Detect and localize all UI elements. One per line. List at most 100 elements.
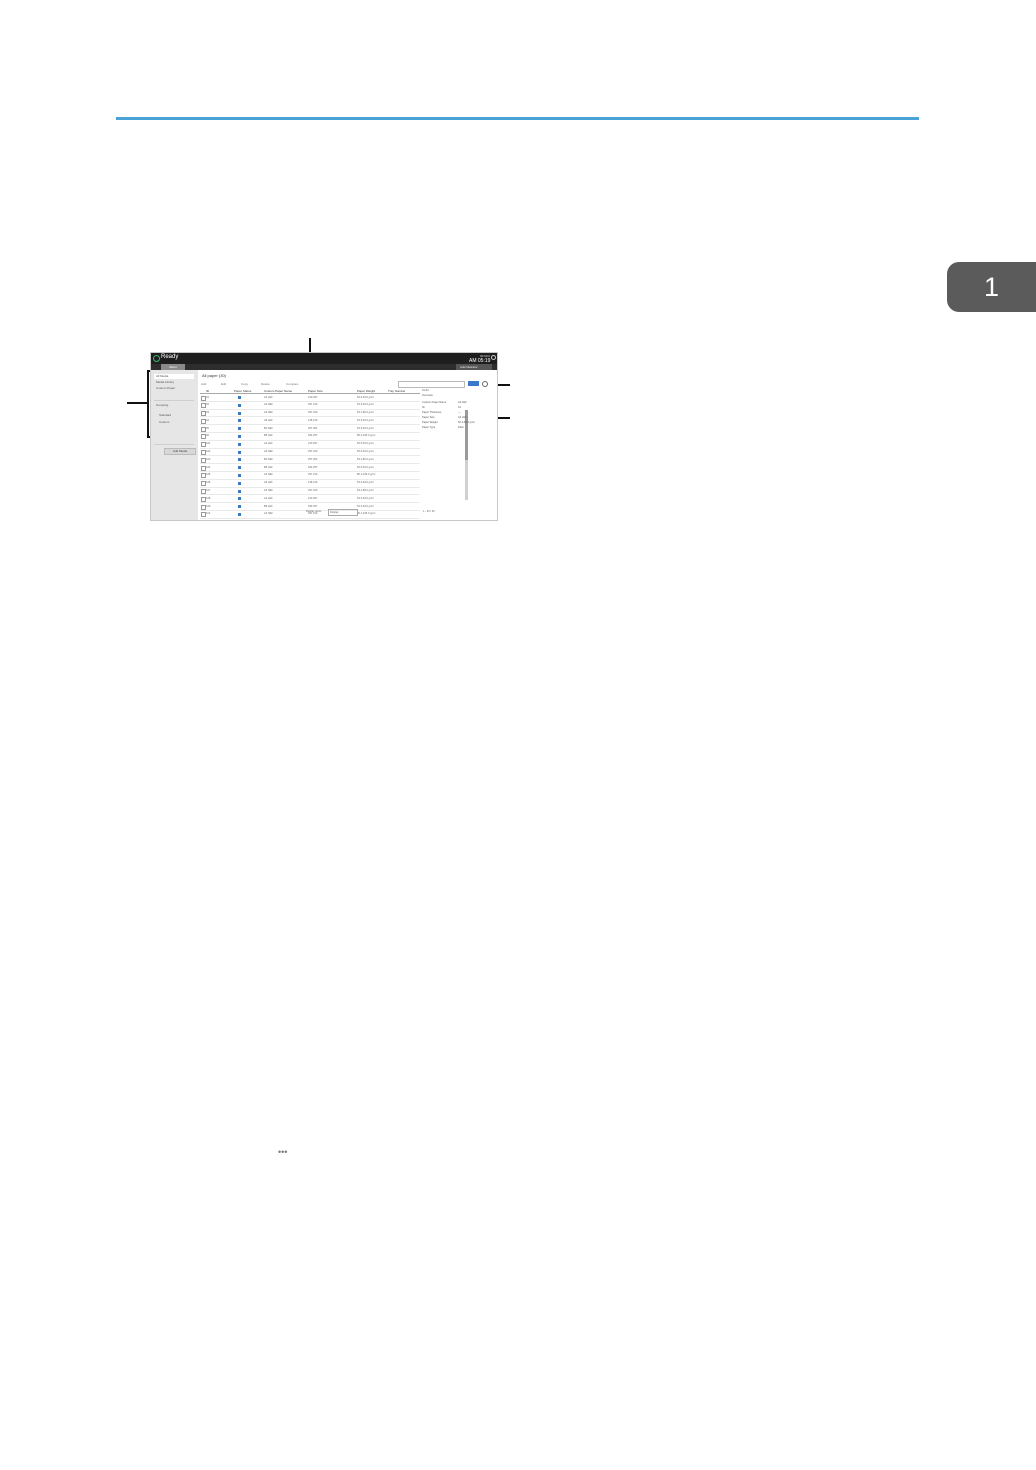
table-cell: 04 — [206, 418, 209, 422]
paper-status-icon — [238, 442, 241, 446]
sidebar-item-media-library[interactable]: Media Library — [154, 380, 194, 385]
table-cell: 148 210 — [308, 418, 318, 422]
table-cell: 107 — [206, 489, 211, 493]
title-bar: Ready 00:00:0 AM 05:19 — [151, 353, 497, 364]
search-button[interactable] — [468, 381, 479, 386]
table-row[interactable]: 03 A3 SEF 297 420 63.1-80.0 g/m² — [200, 410, 420, 418]
table-cell: 63.1-80.0 g/m² — [357, 457, 374, 461]
status-ring-icon — [153, 355, 160, 362]
table-cell: 105 — [206, 473, 211, 477]
table-cell: A5 LEF — [264, 481, 273, 485]
table-cell: 52.3-63.0 g/m² — [357, 450, 374, 454]
table-cell: A4 LEF — [264, 496, 273, 500]
delete-button[interactable]: Delete — [261, 382, 270, 386]
table-row[interactable]: 107 A3 SEF 297 420 63.1-80.0 g/m² — [200, 488, 420, 496]
table-cell: B4 SEF — [264, 426, 273, 430]
table-row[interactable]: 101 A4 LEF 210 297 52.3-63.0 g/m² — [200, 441, 420, 449]
table-row[interactable]: 01 A4 LEF 210 297 52.3-63.0 g/m² — [200, 394, 420, 402]
table-cell: 06 — [206, 434, 209, 438]
table-cell: 52.3-63.0 g/m² — [357, 520, 374, 521]
paper-status-icon — [238, 434, 241, 438]
table-cell: 102 — [206, 450, 211, 454]
table-cell: 52.3-63.0 g/m² — [357, 418, 374, 422]
ui-screenshot: Ready 00:00:0 AM 05:19 Menu Administrato… — [150, 352, 498, 521]
paper-status-icon — [238, 489, 241, 493]
table-cell: 297 420 — [308, 411, 318, 415]
sidebar: All Media Media Library Custom Paper Gro… — [151, 370, 198, 520]
edit-button[interactable]: Edit — [221, 382, 226, 386]
table-cell: 52.3-63.0 g/m² — [357, 442, 374, 446]
compare-button[interactable]: Compare — [286, 382, 298, 386]
paper-status-icon — [238, 466, 241, 470]
table-cell: A3 SEF — [264, 489, 273, 493]
add-media-button[interactable]: Add Media — [164, 448, 196, 455]
table-row[interactable]: 06 B5 LEF 182 257 80.1-105.0 g/m² — [200, 433, 420, 441]
table-cell: 52.3-63.0 g/m² — [357, 426, 374, 430]
gear-icon[interactable] — [482, 381, 488, 387]
table-cell: A4 LEF — [264, 395, 273, 399]
table-row[interactable]: 102 A3 SEF 297 420 52.3-63.0 g/m² — [200, 449, 420, 457]
table-cell: A5 LEF — [264, 418, 273, 422]
sidebar-item-all-media[interactable]: All Media — [154, 374, 194, 379]
table-row[interactable]: 04 A5 LEF 148 210 52.3-63.0 g/m² — [200, 417, 420, 426]
detail-panel: 01-02 Overview Custom Paper Name A4 LEF ID… — [422, 389, 492, 429]
add-button[interactable]: Add — [201, 382, 206, 386]
main-panel: All paper (30) Add Edit Copy Delete Comp… — [198, 370, 497, 520]
paper-table: ID Paper Status Custom Paper Name Paper … — [200, 389, 420, 521]
column-header[interactable]: Paper Status — [234, 389, 251, 393]
row-checkbox[interactable] — [201, 520, 206, 521]
column-header[interactable]: Custom Paper Name — [264, 389, 292, 393]
table-cell: A4 LEF — [264, 442, 273, 446]
table-cell: A3 SEF — [264, 411, 273, 415]
paper-status-icon — [238, 497, 241, 501]
table-cell: B5 LEF — [264, 465, 273, 469]
table-row[interactable]: 106 A5 LEF 148 210 52.3-63.0 g/m² — [200, 480, 420, 488]
table-row[interactable]: 05 B4 SEF 257 364 52.3-63.0 g/m² — [200, 425, 420, 433]
column-header[interactable]: Paper Weight — [357, 389, 375, 393]
table-cell: 103 — [206, 457, 211, 461]
search-input[interactable] — [398, 381, 465, 388]
detail-field-label: Paper Type — [422, 425, 436, 429]
sidebar-option-standard[interactable]: Standard — [157, 413, 197, 418]
table-row[interactable]: 108 A4 LEF 210 297 52.3-63.0 g/m² — [200, 495, 420, 504]
table-row[interactable]: 103 B4 SEF 257 364 63.1-80.0 g/m² — [200, 456, 420, 465]
display-select[interactable]: Display — [328, 509, 358, 516]
callout-line-left — [127, 402, 149, 404]
table-cell: 106 — [206, 481, 211, 485]
table-cell: 210 297 — [308, 395, 318, 399]
column-header[interactable]: ID — [206, 389, 209, 393]
detail-fields: Custom Paper Name A4 LEF ID 01 Paper Thickne… — [422, 399, 492, 429]
chapter-tab: 1 — [947, 262, 1036, 312]
table-cell: 03 — [206, 411, 209, 415]
header-rule — [116, 117, 919, 120]
table-cell: 63.1-80.0 g/m² — [357, 411, 374, 415]
paper-status-icon — [238, 450, 241, 454]
paper-status-icon — [238, 419, 241, 423]
sidebar-divider — [154, 400, 194, 401]
table-cell: 52.3-63.0 g/m² — [357, 481, 374, 485]
detail-field: Paper Type Plain — [422, 424, 492, 429]
table-cell: 297 420 — [308, 450, 318, 454]
table-cell: 01 — [206, 395, 209, 399]
table-cell: 101 — [206, 442, 211, 446]
display-items-label: Display items — [306, 509, 322, 513]
table-cell: 182 257 — [308, 465, 318, 469]
table-row[interactable]: 02 A4 SEF 297 210 52.3-63.0 g/m² — [200, 402, 420, 410]
table-cell: 52.3-63.0 g/m² — [357, 496, 374, 500]
table-row[interactable]: 104 B5 LEF 182 257 52.3-63.0 g/m² — [200, 464, 420, 472]
copy-button[interactable]: Copy — [241, 382, 248, 386]
table-cell: 257 364 — [308, 426, 318, 430]
table-cell: B4 SEF — [264, 457, 273, 461]
sidebar-option-custom[interactable]: Custom — [157, 420, 197, 425]
table-cell: 111 — [206, 520, 210, 521]
table-cell: 104 — [206, 465, 211, 469]
column-header[interactable]: Tray Number — [388, 389, 405, 393]
globe-icon[interactable] — [491, 355, 496, 360]
sidebar-item-custom-paper[interactable]: Custom Paper — [154, 386, 194, 391]
table-cell: B5 LEF — [264, 434, 273, 438]
table-row[interactable]: 105 A4 SEF 297 210 80.1-105.0 g/m² — [200, 472, 420, 480]
table-cell: 52.3-63.0 g/m² — [357, 465, 374, 469]
table-row[interactable]: 111 B4 SEF 257 364 52.3-63.0 g/m² — [200, 519, 420, 521]
more-icon: ••• — [278, 1147, 288, 1157]
column-header[interactable]: Paper Size — [308, 389, 323, 393]
